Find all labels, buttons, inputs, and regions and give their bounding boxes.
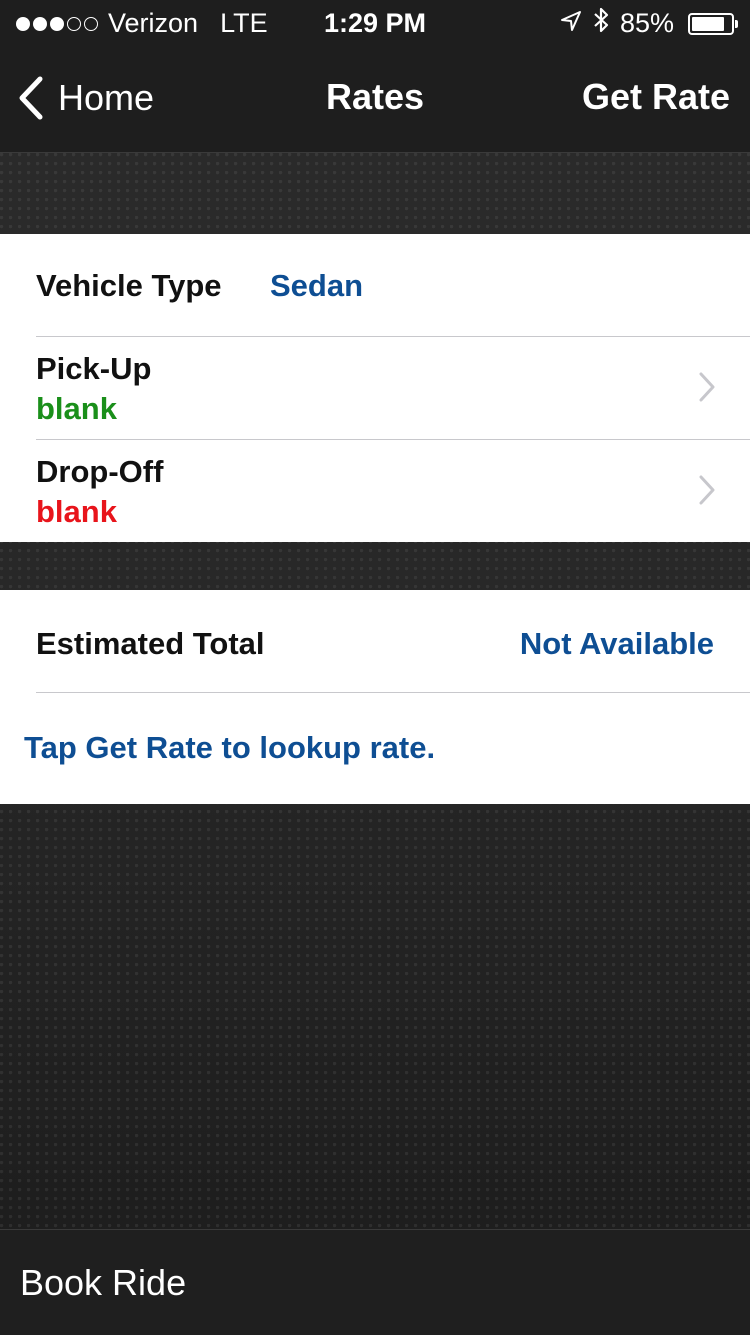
status-bar: Verizon LTE 1:29 PM 85% [0, 0, 750, 50]
pickup-value: blank [36, 391, 117, 426]
trip-details-card: Vehicle Type Sedan Pick-Up blank Drop-Of… [0, 234, 750, 542]
book-ride-button[interactable]: Book Ride [20, 1262, 186, 1304]
battery-icon [688, 12, 738, 35]
chevron-right-icon [698, 371, 716, 408]
battery-percent: 85% [619, 8, 674, 38]
pickup-row[interactable]: Pick-Up blank [0, 337, 750, 439]
estimated-total-row: Estimated Total Not Available [0, 590, 750, 692]
pickup-label: Pick-Up [36, 351, 152, 386]
location-arrow-icon [560, 8, 582, 39]
bottom-toolbar: Book Ride [0, 1229, 750, 1335]
estimated-total-value: Not Available [519, 626, 714, 661]
vehicle-type-label: Vehicle Type [36, 268, 222, 303]
divider [36, 692, 750, 693]
rate-hint-text: Tap Get Rate to lookup rate. [24, 730, 436, 765]
vehicle-type-row[interactable]: Vehicle Type Sedan [0, 234, 750, 336]
bluetooth-icon [592, 6, 610, 41]
estimate-card: Estimated Total Not Available Tap Get Ra… [0, 590, 750, 804]
estimated-total-label: Estimated Total [36, 626, 265, 661]
dropoff-value: blank [36, 494, 117, 529]
dropoff-row[interactable]: Drop-Off blank [0, 440, 750, 542]
chevron-right-icon [698, 474, 716, 511]
get-rate-button[interactable]: Get Rate [582, 76, 730, 118]
navigation-bar: Home Rates Get Rate [0, 50, 750, 153]
vehicle-type-value: Sedan [270, 268, 364, 303]
dropoff-label: Drop-Off [36, 454, 164, 489]
